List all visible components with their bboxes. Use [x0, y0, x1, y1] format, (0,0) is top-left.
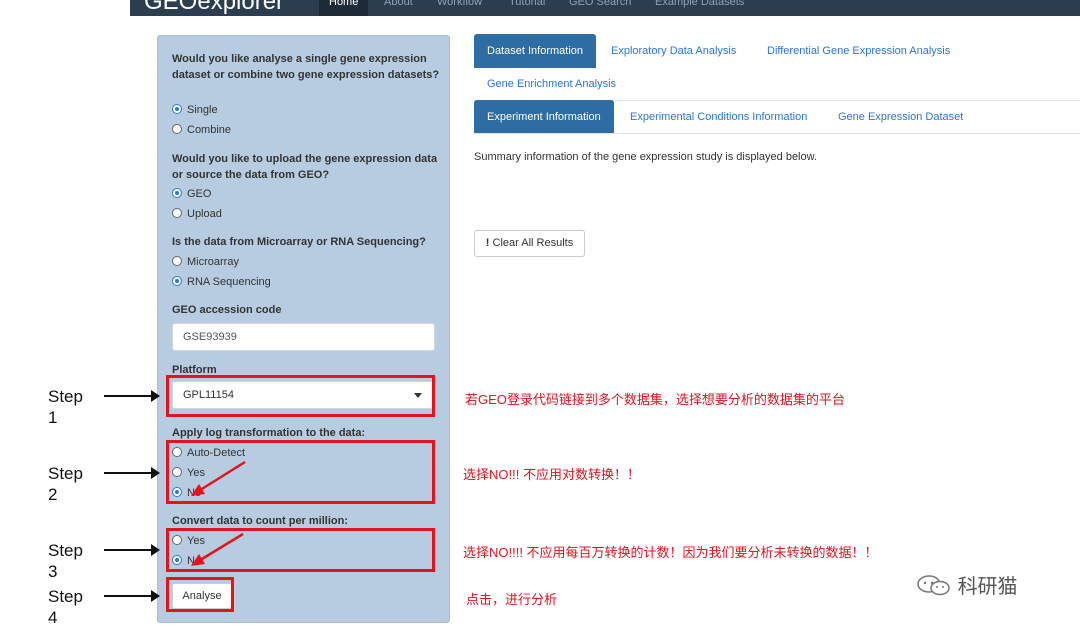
- nav-example-datasets[interactable]: Example Datasets: [655, 0, 744, 16]
- pointer-arrow-icon: [191, 460, 246, 496]
- tab-gene-enrichment[interactable]: Gene Enrichment Analysis: [487, 67, 616, 101]
- highlight-analyse: [166, 577, 234, 612]
- subtab-divider: [474, 133, 1080, 134]
- accession-label: GEO accession code: [172, 304, 282, 316]
- arrow-right-icon: [104, 390, 160, 402]
- tab-differential-expression[interactable]: Differential Gene Expression Analysis: [767, 34, 950, 68]
- arrow-right-icon: [104, 544, 160, 556]
- wechat-logo-icon: [917, 575, 950, 596]
- radio-checked-icon[interactable]: [172, 104, 182, 114]
- accession-input[interactable]: GSE93939: [172, 323, 435, 351]
- note-step-2: 选择NO!!! 不应用对数转换！！: [463, 467, 640, 482]
- question-technology: Is the data from Microarray or RNA Seque…: [172, 236, 426, 248]
- radio-checked-icon[interactable]: [172, 188, 182, 198]
- top-navbar: GEOexplorer Home About Workflow Tutorial…: [130, 0, 1080, 16]
- radio-unchecked-icon[interactable]: [172, 208, 182, 218]
- subtab-gene-expression-dataset[interactable]: Gene Expression Dataset: [838, 100, 963, 134]
- highlight-platform: [166, 375, 435, 417]
- summary-text: Summary information of the gene expressi…: [474, 151, 818, 163]
- nav-tutorial[interactable]: Tutorial: [509, 0, 545, 16]
- radio-checked-icon[interactable]: [172, 276, 182, 286]
- app-brand[interactable]: GEOexplorer: [144, 0, 284, 16]
- arrow-right-icon: [104, 467, 160, 479]
- question-dataset-mode: Would you like analyse a single gene exp…: [172, 53, 440, 81]
- tab-dataset-information[interactable]: Dataset Information: [474, 34, 596, 68]
- subtab-experiment-information[interactable]: Experiment Information: [474, 100, 614, 134]
- nav-geo-search[interactable]: GEO Search: [569, 0, 631, 16]
- step-2-label: Step 2: [48, 464, 83, 504]
- cpm-label: Convert data to count per million:: [172, 515, 349, 527]
- radio-single[interactable]: Single: [172, 102, 218, 118]
- radio-microarray[interactable]: Microarray: [172, 254, 239, 270]
- arrow-right-icon: [104, 590, 160, 602]
- exclamation-icon: !: [485, 237, 490, 249]
- nav-about[interactable]: About: [384, 0, 413, 16]
- pointer-arrow-icon: [191, 532, 244, 566]
- note-step-1: 若GEO登录代码链接到多个数据集，选择想要分析的数据集的平台: [465, 392, 845, 407]
- radio-unchecked-icon[interactable]: [172, 256, 182, 266]
- tab-exploratory-data-analysis[interactable]: Exploratory Data Analysis: [611, 34, 736, 68]
- radio-geo[interactable]: GEO: [172, 186, 211, 202]
- subtab-experimental-conditions[interactable]: Experimental Conditions Information: [630, 100, 807, 134]
- radio-unchecked-icon[interactable]: [172, 124, 182, 134]
- nav-home[interactable]: Home: [319, 0, 369, 16]
- step-3-label: Step 3: [48, 541, 83, 581]
- step-4-label: Step 4: [48, 587, 83, 627]
- radio-rna-seq[interactable]: RNA Sequencing: [172, 274, 271, 290]
- step-1-label: Step 1: [48, 387, 83, 427]
- question-data-source: Would you like to upload the gene expres…: [172, 153, 438, 181]
- note-step-3: 选择NO!!!! 不应用每百万转换的计数！因为我们要分析未转换的数据！！: [463, 545, 878, 560]
- watermark: 科研猫: [916, 570, 1018, 599]
- clear-all-results-button[interactable]: ! Clear All Results: [474, 230, 585, 257]
- nav-workflow[interactable]: Workflow: [437, 0, 482, 16]
- radio-combine[interactable]: Combine: [172, 122, 231, 138]
- log-transform-label: Apply log transformation to the data:: [172, 427, 366, 439]
- note-step-4: 点击，进行分析: [466, 592, 558, 607]
- radio-upload[interactable]: Upload: [172, 206, 222, 222]
